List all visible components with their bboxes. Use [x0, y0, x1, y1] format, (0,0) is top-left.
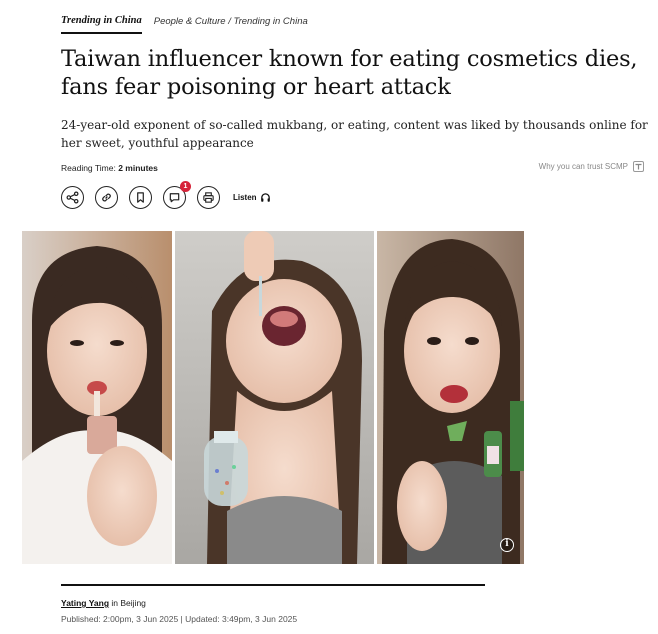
print-icon [203, 192, 214, 203]
reading-time-label: Reading Time: [61, 163, 116, 173]
listen-label[interactable]: Listen [233, 193, 257, 202]
share-icon [66, 191, 79, 204]
trust-icon[interactable] [633, 161, 644, 172]
comments-button[interactable]: 1 [163, 181, 191, 209]
copy-link-button[interactable] [95, 186, 118, 209]
byline: Yating Yang in Beijing [61, 598, 146, 608]
author-link[interactable]: Yating Yang [61, 598, 109, 608]
breadcrumb[interactable]: People & Culture / Trending in China [154, 14, 308, 29]
collage-illustration [22, 231, 524, 564]
author-location: in Beijing [111, 598, 146, 608]
headphones-icon [260, 193, 270, 202]
comment-icon [169, 193, 180, 203]
comment-count-badge: 1 [180, 181, 191, 192]
trust-label[interactable]: Why you can trust SCMP [539, 162, 628, 171]
topic-link[interactable]: Trending in China [61, 14, 142, 34]
listen-button[interactable]: Listen [233, 192, 271, 203]
reading-time-value: 2 minutes [118, 163, 158, 173]
bookmark-button[interactable] [129, 186, 152, 209]
byline-divider [61, 584, 485, 586]
print-button[interactable] [197, 186, 220, 209]
article-headline: Taiwan influencer known for eating cosme… [61, 46, 638, 100]
share-button[interactable] [61, 186, 84, 209]
article-subhead: 24-year-old exponent of so-called mukban… [61, 118, 648, 150]
article-toolbar: 1 Listen [61, 181, 271, 209]
topic-nav: Trending in China People & Culture / Tre… [61, 14, 308, 36]
link-icon [102, 193, 111, 202]
reading-time: Reading Time: 2 minutes [61, 163, 158, 173]
published-date: Published: 2:00pm, 3 Jun 2025 | Updated:… [61, 614, 298, 624]
image-info-icon[interactable]: i [500, 538, 514, 552]
article-hero-image: i [22, 231, 524, 564]
bookmark-icon [137, 192, 144, 203]
trust-link[interactable]: Why you can trust SCMP [539, 161, 644, 172]
